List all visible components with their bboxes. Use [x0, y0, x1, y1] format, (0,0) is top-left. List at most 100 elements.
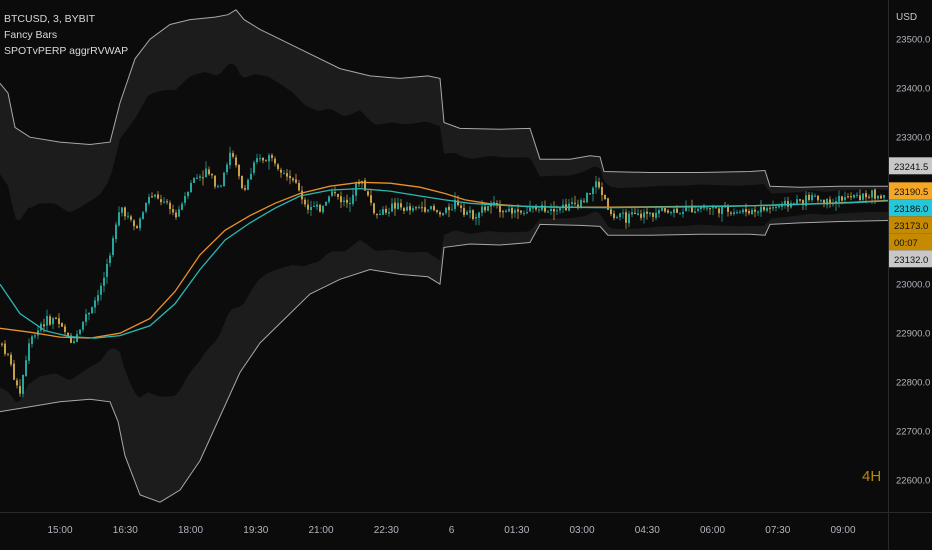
price-tag: 23132.0	[889, 250, 932, 268]
candle-body	[25, 360, 27, 376]
time-axis-divider	[0, 512, 932, 513]
candle-body	[4, 343, 6, 354]
candle-body	[235, 157, 237, 166]
currency-label: USD	[896, 12, 918, 23]
candle-body	[151, 196, 153, 198]
candle-body	[754, 209, 756, 212]
candle-body	[157, 194, 159, 199]
candle-body	[661, 207, 663, 211]
candle-body	[250, 173, 252, 180]
candle-body	[403, 208, 405, 211]
candle-body	[547, 211, 549, 213]
symbol-label[interactable]: BTCUSD, 3, BYBIT	[4, 11, 128, 27]
candle-body	[658, 210, 660, 214]
candle-body	[472, 210, 474, 219]
candle-body	[445, 207, 447, 213]
candle-body	[520, 210, 522, 213]
candle-body	[247, 179, 249, 190]
candle-body	[163, 201, 165, 203]
candle-body	[508, 208, 510, 212]
price-tag: 23190.5	[889, 182, 932, 200]
indicator-rvwap-label[interactable]: SPOTvPERP aggrRVWAP	[4, 43, 128, 59]
candle-body	[73, 341, 75, 344]
candle-body	[97, 295, 99, 302]
price-tag: 23186.0	[889, 199, 932, 217]
candle-body	[853, 194, 855, 198]
candle-body	[331, 191, 333, 196]
time-tick-label: 18:00	[178, 525, 203, 536]
candle-body	[448, 206, 450, 211]
time-tick-label: 07:30	[765, 525, 790, 536]
candle-body	[139, 218, 141, 229]
candle-body	[469, 210, 471, 213]
candle-body	[706, 207, 708, 209]
candle-body	[763, 207, 765, 211]
candle-body	[292, 178, 294, 181]
candle-body	[721, 206, 723, 214]
candle-body	[106, 264, 108, 277]
candle-body	[529, 208, 531, 212]
candle-body	[484, 206, 486, 211]
candle-body	[46, 316, 48, 326]
candle-body	[181, 203, 183, 210]
candle-body	[418, 207, 420, 209]
price-tag-label: 00:07	[894, 238, 918, 249]
candle-body	[592, 187, 594, 194]
candle-body	[271, 155, 273, 158]
candle-body	[850, 196, 852, 198]
candle-body	[871, 190, 873, 198]
candle-body	[124, 207, 126, 217]
candle-body	[697, 208, 699, 211]
candle-body	[19, 386, 21, 394]
candle-body	[646, 211, 648, 214]
candle-body	[133, 220, 135, 227]
candle-body	[424, 207, 426, 212]
candle-body	[409, 206, 411, 211]
candle-body	[337, 194, 339, 197]
candle-body	[745, 209, 747, 212]
candle-body	[856, 194, 858, 196]
candle-body	[838, 196, 840, 202]
candle-body	[256, 158, 258, 163]
candle-body	[274, 158, 276, 164]
price-chart[interactable]: 23500.023400.023300.023200.023000.022900…	[0, 0, 932, 550]
candle-body	[295, 179, 297, 183]
candle-body	[664, 208, 666, 212]
candle-body	[655, 212, 657, 218]
candle-body	[589, 193, 591, 195]
candle-body	[193, 177, 195, 183]
candle-body	[451, 209, 453, 211]
candle-body	[769, 207, 771, 209]
candle	[586, 192, 588, 204]
candle-body	[613, 213, 615, 218]
indicator-fancy-bars-label[interactable]: Fancy Bars	[4, 27, 128, 43]
candle-body	[814, 195, 816, 197]
candle-body	[265, 160, 267, 162]
candle-body	[169, 202, 171, 210]
candle-body	[91, 307, 93, 314]
candle-body	[175, 212, 177, 218]
candle-body	[1, 343, 3, 345]
candle-body	[379, 214, 381, 215]
candle-body	[283, 173, 285, 175]
candle-body	[880, 195, 882, 199]
candle-body	[112, 238, 114, 256]
candle-body	[310, 207, 312, 210]
candle-body	[550, 209, 552, 211]
candle-body	[475, 217, 477, 219]
candle-body	[385, 208, 387, 213]
candle-body	[442, 212, 444, 216]
candle-body	[430, 206, 432, 209]
candle-body	[397, 202, 399, 210]
candle-body	[490, 205, 492, 207]
candle-body	[538, 209, 540, 211]
chart-area[interactable]: 23500.023400.023300.023200.023000.022900…	[0, 0, 932, 550]
price-tag: 23173.0	[889, 216, 932, 234]
candle-body	[478, 212, 480, 218]
candle-body	[526, 212, 528, 214]
candle-body	[736, 212, 738, 214]
candle-body	[847, 196, 849, 198]
price-tick-label: 23000.0	[896, 280, 930, 291]
candle-body	[130, 216, 132, 220]
candle-body	[862, 193, 864, 200]
